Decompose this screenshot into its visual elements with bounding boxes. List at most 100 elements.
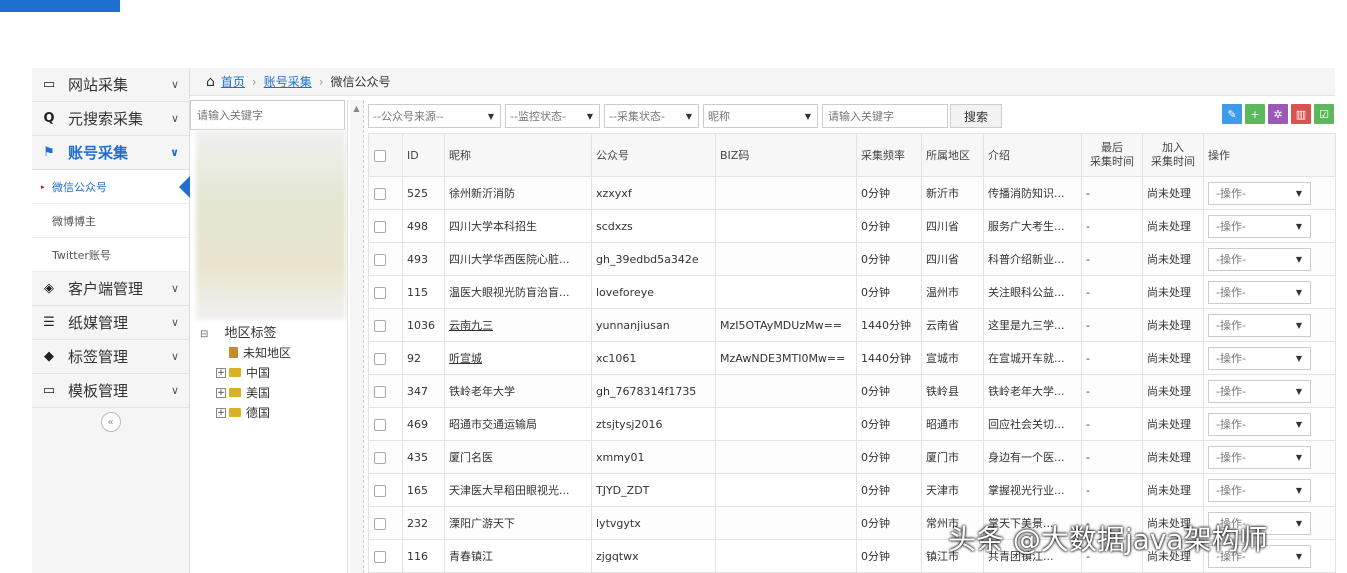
table-row[interactable]: 498 四川大学本科招生 scdxzs 0分钟 四川省 服务广大考生... - 尚未处理 -操作… bbox=[368, 209, 1336, 243]
sidebar-item-tag-mgmt[interactable]: ◆ 标签管理 ∨ bbox=[32, 340, 189, 374]
table-row[interactable]: 92 听宣城 xc1061 MzAwNDE3MTI0Mw== 1440分钟 宣城市 在宣城开… bbox=[368, 341, 1336, 375]
row-checkbox[interactable] bbox=[374, 550, 386, 563]
sidebar-item-template-mgmt[interactable]: ▭ 模板管理 ∨ bbox=[32, 374, 189, 408]
tree-node-unknown[interactable]: 未知地区 bbox=[216, 344, 291, 361]
collect-status-select[interactable]: --采集状态- ▼ bbox=[604, 104, 699, 128]
row-checkbox[interactable] bbox=[374, 220, 386, 233]
row-select-cell[interactable] bbox=[368, 209, 403, 243]
row-checkbox[interactable] bbox=[374, 385, 386, 398]
table-row[interactable]: 493 四川大学华西医院心脏... gh_39edbd5a342e 0分钟 四川省 科普介… bbox=[368, 242, 1336, 276]
nickname-link[interactable]: 听宣城 bbox=[449, 352, 482, 365]
plus-toggle-icon[interactable]: + bbox=[216, 387, 226, 398]
tree-root[interactable]: ⊟ 地区标签 bbox=[200, 322, 277, 341]
settings-button[interactable]: ✲ bbox=[1268, 104, 1288, 124]
sidebar-item-client-mgmt[interactable]: ◈ 客户端管理 ∨ bbox=[32, 272, 189, 306]
table-row[interactable]: 347 铁岭老年大学 gh_7678314f1735 0分钟 铁岭县 铁岭老年大学... -… bbox=[368, 374, 1336, 408]
tree-node-china[interactable]: + 中国 bbox=[216, 364, 270, 381]
row-action-select[interactable]: -操作- ▼ bbox=[1208, 346, 1311, 370]
row-select-cell[interactable] bbox=[368, 407, 403, 441]
row-checkbox[interactable] bbox=[374, 418, 386, 431]
sidebar-item-meta-search[interactable]: Q 元搜索采集 ∨ bbox=[32, 102, 189, 136]
row-select-cell[interactable] bbox=[368, 374, 403, 408]
breadcrumb-home-link[interactable]: 首页 bbox=[221, 73, 245, 90]
nickname-link[interactable]: 云南九三 bbox=[449, 319, 493, 332]
row-action-select[interactable]: -操作- ▼ bbox=[1208, 478, 1311, 502]
plus-toggle-icon[interactable]: + bbox=[216, 367, 226, 378]
tree-search-input[interactable] bbox=[190, 100, 345, 130]
confirm-button[interactable]: ☑ bbox=[1314, 104, 1334, 124]
row-select-cell[interactable] bbox=[368, 275, 403, 309]
row-checkbox[interactable] bbox=[374, 352, 386, 365]
col-header-id[interactable]: ID bbox=[402, 133, 445, 177]
row-action-select[interactable]: -操作- ▼ bbox=[1208, 247, 1311, 271]
row-select-cell[interactable] bbox=[368, 176, 403, 210]
col-header-join-collect[interactable]: 加入 采集时间 bbox=[1142, 133, 1204, 177]
delete-button[interactable]: ▥ bbox=[1291, 104, 1311, 124]
row-select-cell[interactable] bbox=[368, 308, 403, 342]
select-all-cell[interactable] bbox=[368, 133, 403, 177]
col-header-region[interactable]: 所属地区 bbox=[921, 133, 984, 177]
table-row[interactable]: 469 昭通市交通运输局 ztsjtysj2016 0分钟 昭通市 回应社会关切... - 尚… bbox=[368, 407, 1336, 441]
nickname-select[interactable]: 昵称 ▼ bbox=[703, 104, 818, 128]
plus-toggle-icon[interactable]: + bbox=[216, 407, 226, 418]
row-checkbox[interactable] bbox=[374, 253, 386, 266]
select-all-checkbox[interactable] bbox=[374, 149, 386, 162]
panel-scrollbar[interactable]: ▲ bbox=[350, 100, 364, 573]
table-row[interactable]: 115 温医大眼视光防盲治盲... loveforeye 0分钟 温州市 关注眼科公益..… bbox=[368, 275, 1336, 309]
row-checkbox[interactable] bbox=[374, 187, 386, 200]
row-action-select[interactable]: -操作- ▼ bbox=[1208, 181, 1311, 205]
row-action-select[interactable]: -操作- ▼ bbox=[1208, 445, 1311, 469]
row-action-label: -操作- bbox=[1216, 484, 1246, 497]
cell-actions: -操作- ▼ bbox=[1203, 473, 1336, 507]
table-row[interactable]: 1036 云南九三 yunnanjiusan MzI5OTAyMDUzMw== 1440… bbox=[368, 308, 1336, 342]
row-select-cell[interactable] bbox=[368, 539, 403, 573]
sidebar-subitem-twitter[interactable]: Twitter账号 bbox=[32, 238, 189, 272]
search-button[interactable]: 搜索 bbox=[950, 104, 1002, 128]
col-header-last-collect[interactable]: 最后 采集时间 bbox=[1081, 133, 1143, 177]
monitor-status-select[interactable]: --监控状态- ▼ bbox=[505, 104, 600, 128]
table-row[interactable]: 165 天津医大早稻田眼视光... TJYD_ZDT 0分钟 天津市 掌握视光行业... -… bbox=[368, 473, 1336, 507]
row-action-select[interactable]: -操作- ▼ bbox=[1208, 214, 1311, 238]
keyword-input[interactable] bbox=[822, 104, 948, 128]
sidebar-item-account-collect[interactable]: ⚑ 账号采集 ∨ bbox=[32, 136, 189, 170]
row-select-cell[interactable] bbox=[368, 473, 403, 507]
sidebar-subitem-weibo[interactable]: 微博博主 bbox=[32, 204, 189, 238]
sidebar-subitem-wechat[interactable]: ▸ 微信公众号 bbox=[32, 170, 190, 204]
caret-down-icon: ▼ bbox=[1295, 518, 1302, 528]
tree-node-germany[interactable]: + 德国 bbox=[216, 404, 270, 421]
cell-nickname: 四川大学华西医院心脏... bbox=[444, 242, 592, 276]
col-header-biz[interactable]: BIZ码 bbox=[715, 133, 857, 177]
row-select-cell[interactable] bbox=[368, 506, 403, 540]
col-header-intro[interactable]: 介绍 bbox=[983, 133, 1082, 177]
row-select-cell[interactable] bbox=[368, 341, 403, 375]
row-action-select[interactable]: -操作- ▼ bbox=[1208, 379, 1311, 403]
row-select-cell[interactable] bbox=[368, 242, 403, 276]
row-action-select[interactable]: -操作- ▼ bbox=[1208, 280, 1311, 304]
col-header-nickname[interactable]: 昵称 bbox=[444, 133, 592, 177]
breadcrumb-section-link[interactable]: 账号采集 bbox=[264, 73, 312, 90]
sidebar-item-website-collect[interactable]: ▭ 网站采集 ∨ bbox=[32, 68, 189, 102]
table-row[interactable]: 525 徐州新沂消防 xzxyxf 0分钟 新沂市 传播消防知识... - 尚未处理 -操作- ▼ bbox=[368, 176, 1336, 210]
edit-button[interactable]: ✎ bbox=[1222, 104, 1242, 124]
tree-node-usa[interactable]: + 美国 bbox=[216, 384, 270, 401]
sidebar-item-paper-mgmt[interactable]: ☰ 纸媒管理 ∨ bbox=[32, 306, 189, 340]
row-checkbox[interactable] bbox=[374, 286, 386, 299]
col-header-account[interactable]: 公众号 bbox=[591, 133, 716, 177]
source-select[interactable]: --公众号来源-- ▼ bbox=[368, 104, 501, 128]
row-select-cell[interactable] bbox=[368, 440, 403, 474]
row-action-select[interactable]: -操作- ▼ bbox=[1208, 313, 1311, 337]
cell-last-collect: - bbox=[1081, 374, 1143, 408]
row-checkbox[interactable] bbox=[374, 484, 386, 497]
collapse-sidebar-button[interactable]: « bbox=[100, 412, 121, 432]
row-checkbox[interactable] bbox=[374, 517, 386, 530]
scroll-up-icon[interactable]: ▲ bbox=[350, 104, 363, 113]
row-action-select[interactable]: -操作- ▼ bbox=[1208, 412, 1311, 436]
table-row[interactable]: 435 厦门名医 xmmy01 0分钟 厦门市 身边有一个医... - 尚未处理 -操作- ▼ bbox=[368, 440, 1336, 474]
row-checkbox[interactable] bbox=[374, 451, 386, 464]
col-header-frequency[interactable]: 采集频率 bbox=[856, 133, 922, 177]
add-button[interactable]: + bbox=[1245, 104, 1265, 124]
row-checkbox[interactable] bbox=[374, 319, 386, 332]
trash-icon: ▥ bbox=[1295, 107, 1307, 121]
cell-frequency: 0分钟 bbox=[856, 539, 922, 573]
cell-id: 498 bbox=[402, 209, 445, 243]
